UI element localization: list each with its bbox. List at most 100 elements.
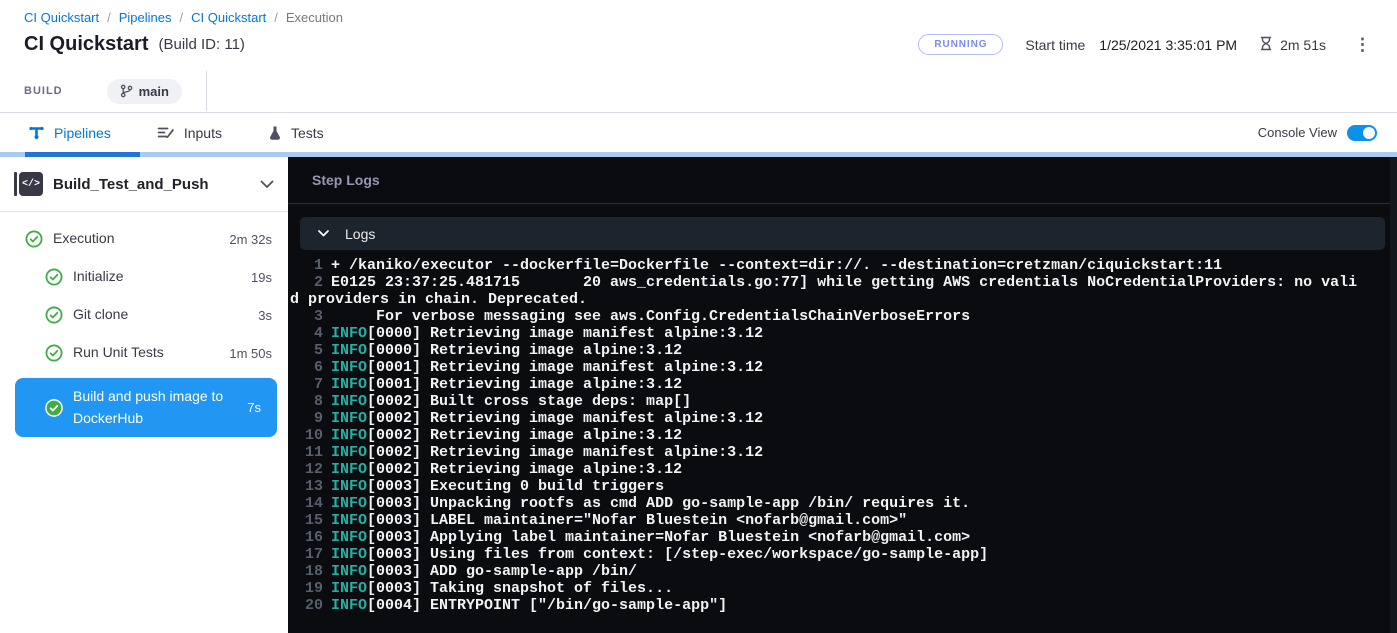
- step-duration: 3s: [258, 308, 272, 323]
- console-view-label: Console View: [1258, 125, 1337, 140]
- toggle-knob: [1363, 127, 1375, 139]
- log-level-info: INFO: [331, 325, 367, 342]
- log-level-info: INFO: [331, 444, 367, 461]
- log-level-info: INFO: [331, 580, 367, 597]
- tab-label: Pipelines: [54, 125, 111, 141]
- tab-bar: Pipelines Inputs Tests Console View: [0, 112, 1397, 152]
- log-text: [0004] ENTRYPOINT ["/bin/go-sample-app"]: [367, 597, 727, 614]
- step-label: Run Unit Tests: [73, 342, 221, 364]
- chevron-down-icon: [318, 230, 329, 237]
- log-line: 13INFO[0003] Executing 0 build triggers: [290, 478, 1362, 495]
- page-title: CI Quickstart: [24, 33, 148, 56]
- sidebar-step[interactable]: Build and push image to DockerHub7s: [15, 378, 277, 437]
- start-time-value: 1/25/2021 3:35:01 PM: [1099, 37, 1237, 53]
- build-id-label: (Build ID: 11): [158, 36, 244, 53]
- log-output[interactable]: 1+ /kaniko/executor --dockerfile=Dockerf…: [288, 257, 1397, 614]
- log-text: For verbose messaging see aws.Config.Cre…: [331, 308, 970, 325]
- tab-pipelines[interactable]: Pipelines: [28, 125, 111, 141]
- log-line: 12 INFO[0002] Retrieving image alpine:3.1…: [290, 461, 1362, 478]
- logs-section-title: Logs: [345, 226, 375, 242]
- log-level-info: INFO: [331, 461, 367, 478]
- log-line: 11 INFO[0002] Retrieving image manifest a…: [290, 444, 1362, 461]
- sidebar-step[interactable]: Git clone3s: [0, 302, 288, 328]
- log-line-number: 7: [290, 376, 323, 393]
- log-line-number: 4: [290, 325, 323, 342]
- check-circle-icon: [25, 230, 43, 248]
- step-list: Execution2m 32s Initialize 19s Git clone3s R…: [0, 212, 288, 449]
- log-level-info: INFO: [331, 359, 367, 376]
- log-line-number: 16: [290, 529, 323, 546]
- sidebar-step[interactable]: Run Unit Tests 1m 50s: [0, 340, 288, 366]
- log-line-number: 20: [290, 597, 323, 614]
- log-text: [0003] Unpacking rootfs as cmd ADD go-sa…: [367, 495, 970, 512]
- log-level-info: INFO: [331, 376, 367, 393]
- log-text: [0003] Applying label maintainer=Nofar B…: [367, 529, 970, 546]
- log-line: 19INFO[0003] Taking snapshot of files...: [290, 580, 1362, 597]
- step-label: Initialize: [73, 266, 243, 288]
- pipeline-icon: [28, 125, 45, 141]
- pipeline-header[interactable]: </> Build_Test_and_Push: [0, 157, 288, 211]
- sidebar-step[interactable]: Execution2m 32s: [0, 226, 288, 252]
- more-options-button[interactable]: ⋮: [1348, 32, 1377, 57]
- log-line-number: 3: [290, 308, 323, 325]
- log-line-number: 6: [290, 359, 323, 376]
- log-text: [0003] Using files from context: [/step-…: [367, 546, 988, 563]
- log-line-number: 12: [290, 461, 323, 478]
- log-line-number: 2: [290, 274, 323, 291]
- tab-label: Inputs: [184, 125, 222, 141]
- log-level-info: INFO: [331, 410, 367, 427]
- tests-icon: [268, 125, 282, 141]
- log-line: 15INFO[0003] LABEL maintainer="Nofar Blu…: [290, 512, 1362, 529]
- breadcrumb: CI Quickstart/Pipelines/CI Quickstart/Ex…: [24, 10, 1397, 25]
- sidebar-step[interactable]: Initialize 19s: [0, 264, 288, 290]
- log-line-number: 11: [290, 444, 323, 461]
- start-time: Start time 1/25/2021 3:35:01 PM: [1025, 37, 1237, 53]
- git-branch-icon: [120, 84, 133, 98]
- tab-label: Tests: [291, 125, 324, 141]
- hourglass-icon: [1259, 36, 1273, 54]
- log-line-number: 14: [290, 495, 323, 512]
- log-line-number: 13: [290, 478, 323, 495]
- inputs-icon: [157, 125, 175, 140]
- console-view-toggle-group: Console View: [1258, 125, 1397, 141]
- check-circle-icon: [45, 344, 63, 362]
- log-line: 5 INFO[0000] Retrieving image alpine:3.12: [290, 342, 1362, 359]
- log-text: [0002] Retrieving image alpine:3.12: [367, 461, 682, 478]
- breadcrumb-separator: /: [274, 10, 278, 25]
- log-line-number: 5: [290, 342, 323, 359]
- breadcrumb-item[interactable]: CI Quickstart: [24, 10, 99, 25]
- step-duration: 1m 50s: [229, 346, 272, 361]
- branch-chip[interactable]: main: [107, 79, 182, 104]
- elapsed-time: 2m 51s: [1259, 36, 1326, 54]
- branch-name: main: [139, 84, 169, 99]
- step-duration: 19s: [251, 270, 272, 285]
- log-level-info: INFO: [331, 529, 367, 546]
- tab-tests[interactable]: Tests: [268, 125, 324, 141]
- log-level-info: INFO: [331, 597, 367, 614]
- log-line-number: 18: [290, 563, 323, 580]
- log-level-info: INFO: [331, 342, 367, 359]
- scrollbar[interactable]: [1390, 157, 1397, 633]
- log-text: [0003] ADD go-sample-app /bin/: [367, 563, 637, 580]
- breadcrumb-item[interactable]: Pipelines: [119, 10, 172, 25]
- step-label: Build and push image to DockerHub: [73, 386, 239, 429]
- header-status-cluster: RUNNING Start time 1/25/2021 3:35:01 PM …: [918, 32, 1377, 57]
- breadcrumb-item[interactable]: CI Quickstart: [191, 10, 266, 25]
- log-line-number: 19: [290, 580, 323, 597]
- log-line: 9INFO[0002] Retrieving image manifest al…: [290, 410, 1362, 427]
- log-text: [0002] Retrieving image manifest alpine:…: [367, 444, 763, 461]
- log-text: [0000] Retrieving image alpine:3.12: [367, 342, 682, 359]
- chevron-down-icon[interactable]: [260, 180, 274, 189]
- pipeline-sidebar: </> Build_Test_and_Push Execution2m 32s I…: [0, 157, 288, 633]
- log-level-info: INFO: [331, 512, 367, 529]
- active-tab-indicator: [25, 152, 140, 157]
- page-header: CI Quickstart/Pipelines/CI Quickstart/Ex…: [0, 0, 1397, 112]
- tab-inputs[interactable]: Inputs: [157, 125, 222, 141]
- log-line: 16 INFO[0003] Applying label maintainer=N…: [290, 529, 1362, 546]
- log-line-number: 9: [290, 410, 323, 427]
- log-level-info: INFO: [331, 495, 367, 512]
- log-line: 1+ /kaniko/executor --dockerfile=Dockerf…: [290, 257, 1362, 274]
- log-line: 14 INFO[0003] Unpacking rootfs as cmd ADD…: [290, 495, 1362, 512]
- console-view-toggle[interactable]: [1347, 125, 1377, 141]
- logs-section-header[interactable]: Logs: [300, 217, 1385, 250]
